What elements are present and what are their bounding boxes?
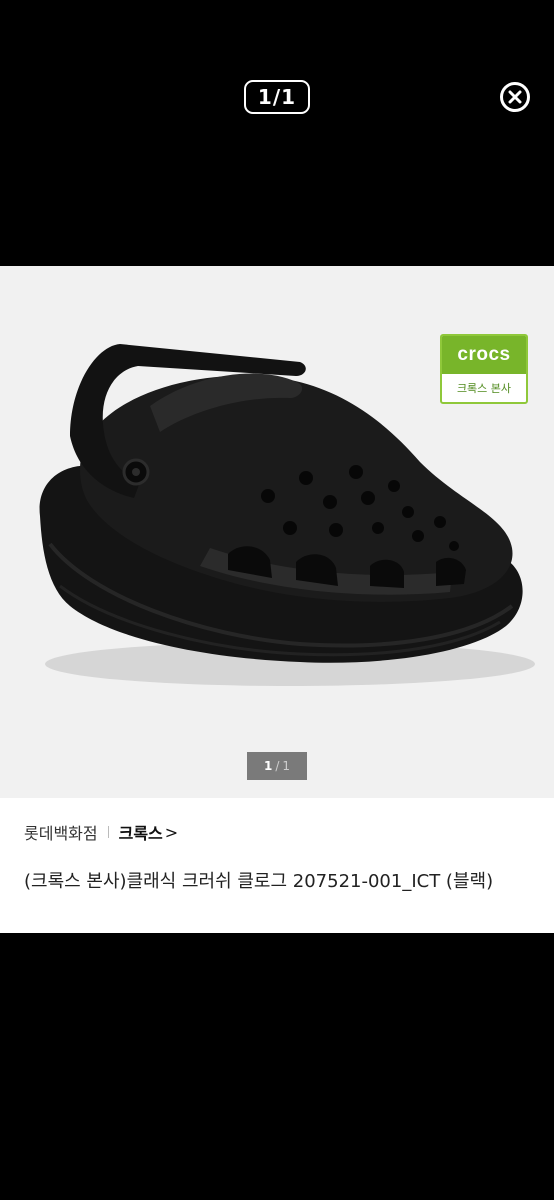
store-breadcrumb: 롯데백화점 크록스 > bbox=[24, 820, 178, 844]
image-indicator: 1 / 1 bbox=[247, 752, 307, 780]
badge-subtitle: 크록스 본사 bbox=[456, 382, 512, 395]
indicator-separator: / bbox=[275, 759, 280, 773]
store-name[interactable]: 롯데백화점 bbox=[24, 820, 98, 844]
brand-link[interactable]: 크록스 bbox=[119, 820, 163, 844]
product-title: (크록스 본사)클래식 크러쉬 클로그 207521-001_ICT (블랙) bbox=[24, 871, 494, 892]
indicator-total: 1 bbox=[282, 759, 291, 773]
close-button[interactable] bbox=[499, 81, 531, 113]
product-info: 롯데백화점 크록스 > (크록스 본사)클래식 크러쉬 클로그 207521-0… bbox=[0, 798, 554, 933]
indicator-current: 1 bbox=[263, 759, 273, 773]
product-image-area[interactable]: crocs 크록스 본사 1 / 1 bbox=[0, 266, 554, 798]
breadcrumb-divider bbox=[107, 826, 109, 838]
close-icon bbox=[500, 82, 530, 112]
chevron-right-icon[interactable]: > bbox=[165, 823, 178, 842]
crocs-logo: crocs bbox=[442, 336, 526, 374]
page-counter: 1/1 bbox=[244, 80, 310, 114]
viewer-header: 1/1 bbox=[0, 0, 554, 266]
crocs-badge: crocs 크록스 본사 bbox=[440, 334, 528, 404]
